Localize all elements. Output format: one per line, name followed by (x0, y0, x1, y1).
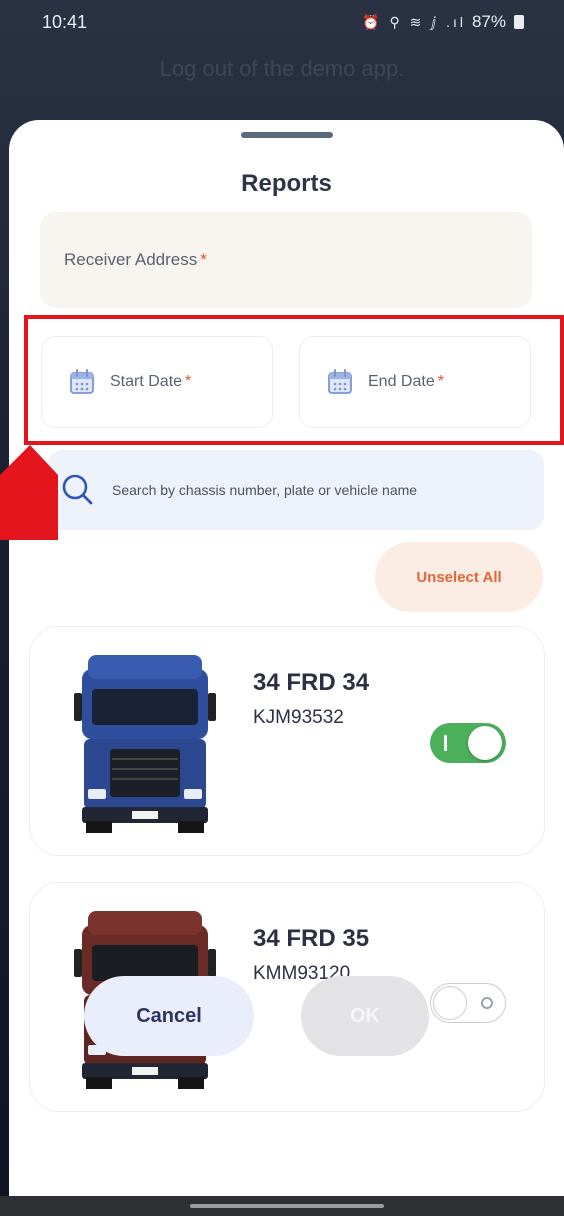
sheet-title: Reports (241, 170, 332, 197)
toggle-knob (433, 986, 467, 1020)
vehicle-chassis: KJM93532 (253, 707, 344, 728)
search-placeholder: Search by chassis number, plate or vehic… (112, 482, 418, 498)
vehicle-select-toggle[interactable] (430, 983, 506, 1023)
required-mark: * (200, 250, 207, 269)
status-icons: ⏰ ⚲ ≋ ⅉ .ıl (362, 13, 466, 30)
vehicle-plate: 34 FRD 34 (253, 669, 370, 696)
toggle-knob (468, 726, 502, 760)
vehicle-card[interactable]: 34 FRD 34 KJM93532 (29, 626, 545, 856)
toggle-off-mark (481, 997, 493, 1009)
toggle-on-mark (444, 735, 447, 751)
battery-icon (514, 15, 524, 29)
date-range-highlight (24, 315, 564, 445)
vehicle-plate: 34 FRD 35 (253, 925, 370, 952)
receiver-address-text: Receiver Address (64, 250, 198, 269)
status-time: 10:41 (42, 11, 88, 32)
battery-percent: 87% (471, 12, 506, 31)
background-hint-text: Log out of the demo app. (159, 56, 405, 81)
search-icon (62, 474, 93, 505)
unselect-all-button[interactable]: Unselect All (375, 542, 543, 612)
vehicle-search-input[interactable]: Search by chassis number, plate or vehic… (48, 450, 544, 530)
red-arrow-icon (0, 445, 58, 540)
home-gesture-pill[interactable] (190, 1204, 384, 1208)
navigation-bar (0, 1196, 564, 1216)
receiver-address-field[interactable]: Receiver Address * (40, 212, 532, 308)
receiver-address-label: Receiver Address * (64, 250, 207, 270)
ok-button[interactable]: OK (301, 976, 429, 1056)
drag-handle[interactable] (241, 132, 333, 138)
status-bar: 10:41 ⏰ ⚲ ≋ ⅉ .ıl 87% (0, 0, 564, 44)
status-right: ⏰ ⚲ ≋ ⅉ .ıl 87% (362, 12, 524, 32)
cancel-button[interactable]: Cancel (84, 976, 254, 1056)
truck-image (74, 655, 216, 833)
vehicle-select-toggle[interactable] (430, 723, 506, 763)
